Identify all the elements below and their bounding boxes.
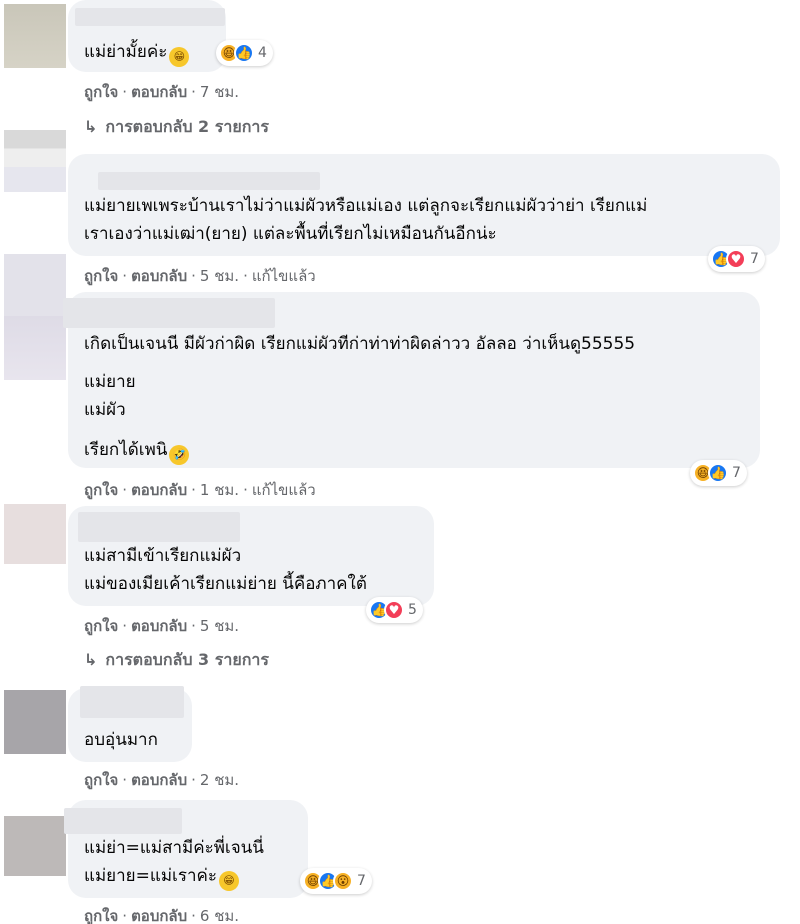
reply-arrow-icon: ↳ <box>84 117 98 136</box>
comment-actions: ถูกใจ · ตอบกลับ · 1 ชม. · แก้ไขแล้ว <box>84 478 316 502</box>
comment-text: แม่ยาย แม่ผัว <box>84 368 136 424</box>
avatar[interactable] <box>4 254 66 316</box>
edited-label: แก้ไขแล้ว <box>251 267 316 285</box>
separator: · <box>122 771 128 789</box>
comment-text: แม่ย่า=แม่สามีค่ะพี่เจนนี่ แม่ยาย=แม่เรา… <box>84 834 264 891</box>
separator: · <box>191 481 196 499</box>
like-link[interactable]: ถูกใจ <box>84 481 118 499</box>
commenter-name-redacted[interactable] <box>64 808 182 834</box>
avatar-lower <box>4 316 66 380</box>
like-link[interactable]: ถูกใจ <box>84 83 118 101</box>
separator: · <box>191 617 196 635</box>
like-link[interactable]: ถูกใจ <box>84 267 118 285</box>
separator: · <box>122 83 128 101</box>
commenter-name-redacted[interactable] <box>78 512 240 542</box>
comment-line: แม่สามีเข้าเรียกแม่ผัว <box>84 546 242 566</box>
comment-text: แม่ย่ามั้ยค่ะ 😁 <box>84 38 190 67</box>
timestamp[interactable]: 6 ชม. <box>200 907 239 924</box>
reply-link[interactable]: ตอบกลับ <box>131 771 187 789</box>
reaction-summary[interactable]: 👍 ♥ 5 <box>366 597 423 623</box>
avatar[interactable] <box>4 690 66 754</box>
separator: · <box>122 907 128 924</box>
comment-line: เรียกได้เพนิ <box>84 440 168 460</box>
comment-line: แม่ของเมียเค้าเรียกแม่ย่าย นี้คือภาคใต้ <box>84 574 367 594</box>
reply-link[interactable]: ตอบกลับ <box>131 481 187 499</box>
separator: · <box>122 481 128 499</box>
separator: · <box>191 267 196 285</box>
timestamp[interactable]: 1 ชม. <box>200 481 239 499</box>
commenter-name-redacted[interactable] <box>80 686 184 718</box>
like-link[interactable]: ถูกใจ <box>84 617 118 635</box>
grin-emoji-icon: 😁 <box>219 871 240 891</box>
comment-text: อบอุ่นมาก <box>84 726 158 754</box>
comment-actions: ถูกใจ · ตอบกลับ · 7 ชม. <box>84 80 239 104</box>
like-link[interactable]: ถูกใจ <box>84 907 118 924</box>
avatar[interactable] <box>4 504 66 564</box>
comment-line: แม่ย่ามั้ยค่ะ <box>84 42 168 62</box>
commenter-name-redacted[interactable] <box>98 172 320 190</box>
comment-line: เกิดเป็นเจนนี มีผัวก่าผิด เรียกแม่ผัวทีก… <box>84 334 636 354</box>
reply-arrow-icon: ↳ <box>84 650 98 669</box>
separator: · <box>243 481 248 499</box>
timestamp[interactable]: 7 ชม. <box>200 83 239 101</box>
comment-line: แม่ยาย <box>84 372 136 392</box>
commenter-name-redacted[interactable] <box>63 298 275 328</box>
comment-text: เรียกได้เพนิ 🤣 <box>84 436 190 465</box>
commenter-name-redacted[interactable] <box>75 8 225 26</box>
avatar[interactable] <box>4 4 66 68</box>
view-replies-link[interactable]: ↳ การตอบกลับ 2 รายการ <box>84 115 269 140</box>
separator: · <box>191 907 196 924</box>
comment-actions: ถูกใจ · ตอบกลับ · 2 ชม. <box>84 768 239 792</box>
comment-actions: ถูกใจ · ตอบกลับ · 5 ชม. · แก้ไขแล้ว <box>84 264 316 288</box>
reaction-count: 7 <box>732 465 741 481</box>
reply-link[interactable]: ตอบกลับ <box>131 617 187 635</box>
separator: · <box>122 617 128 635</box>
timestamp[interactable]: 5 ชม. <box>200 267 239 285</box>
comment-text: แม่ยายเพเพระบ้านเราไม่ว่าแม่ผัวหรือแม่เอ… <box>84 192 647 248</box>
view-replies-link[interactable]: ↳ การตอบกลับ 3 รายการ <box>84 648 269 673</box>
reaction-count: 4 <box>258 45 267 61</box>
avatar[interactable] <box>4 130 66 192</box>
separator: · <box>122 267 128 285</box>
replies-count-label: การตอบกลับ 3 รายการ <box>105 650 269 669</box>
separator: · <box>191 83 196 101</box>
comment-actions: ถูกใจ · ตอบกลับ · 6 ชม. <box>84 904 239 924</box>
laugh-emoji-icon: 🤣 <box>169 445 190 465</box>
comment-text: เกิดเป็นเจนนี มีผัวก่าผิด เรียกแม่ผัวทีก… <box>84 330 635 358</box>
like-reaction-icon: 👍 <box>234 43 254 63</box>
love-reaction-icon: ♥ <box>384 600 404 620</box>
comment-line: แม่ผัว <box>84 400 126 420</box>
comment-line: แม่ย่า=แม่สามีค่ะพี่เจนนี่ <box>84 838 264 858</box>
wow-reaction-icon: 😮 <box>333 871 353 891</box>
replies-count-label: การตอบกลับ 2 รายการ <box>105 117 269 136</box>
comment-line: อบอุ่นมาก <box>84 730 158 750</box>
comment-line: แม่ยาย=แม่เราค่ะ <box>84 866 218 886</box>
like-link[interactable]: ถูกใจ <box>84 771 118 789</box>
separator: · <box>191 771 196 789</box>
reaction-summary[interactable]: 😆 👍 😮 7 <box>300 868 372 894</box>
like-reaction-icon: 👍 <box>708 463 728 483</box>
comment-actions: ถูกใจ · ตอบกลับ · 5 ชม. <box>84 614 239 638</box>
reaction-summary[interactable]: 😆 👍 4 <box>216 40 273 66</box>
reply-link[interactable]: ตอบกลับ <box>131 83 187 101</box>
timestamp[interactable]: 5 ชม. <box>200 617 239 635</box>
separator: · <box>243 267 248 285</box>
avatar[interactable] <box>4 816 66 876</box>
reaction-count: 7 <box>750 251 759 267</box>
comment-line: เราเองว่าแม่เฒ่า(ยาย) แต่ละพื้นที่เรียกไ… <box>84 224 497 244</box>
love-reaction-icon: ♥ <box>726 249 746 269</box>
reaction-count: 5 <box>408 602 417 618</box>
reaction-summary[interactable]: 😆 👍 7 <box>690 460 747 486</box>
reply-link[interactable]: ตอบกลับ <box>131 267 187 285</box>
reply-link[interactable]: ตอบกลับ <box>131 907 187 924</box>
timestamp[interactable]: 2 ชม. <box>200 771 239 789</box>
reaction-summary[interactable]: 👍 ♥ 7 <box>708 246 765 272</box>
edited-label: แก้ไขแล้ว <box>251 481 316 499</box>
comment-text: แม่สามีเข้าเรียกแม่ผัว แม่ของเมียเค้าเรี… <box>84 542 367 598</box>
comment-line: แม่ยายเพเพระบ้านเราไม่ว่าแม่ผัวหรือแม่เอ… <box>84 196 648 216</box>
grin-emoji-icon: 😁 <box>169 47 190 67</box>
reaction-count: 7 <box>357 873 366 889</box>
